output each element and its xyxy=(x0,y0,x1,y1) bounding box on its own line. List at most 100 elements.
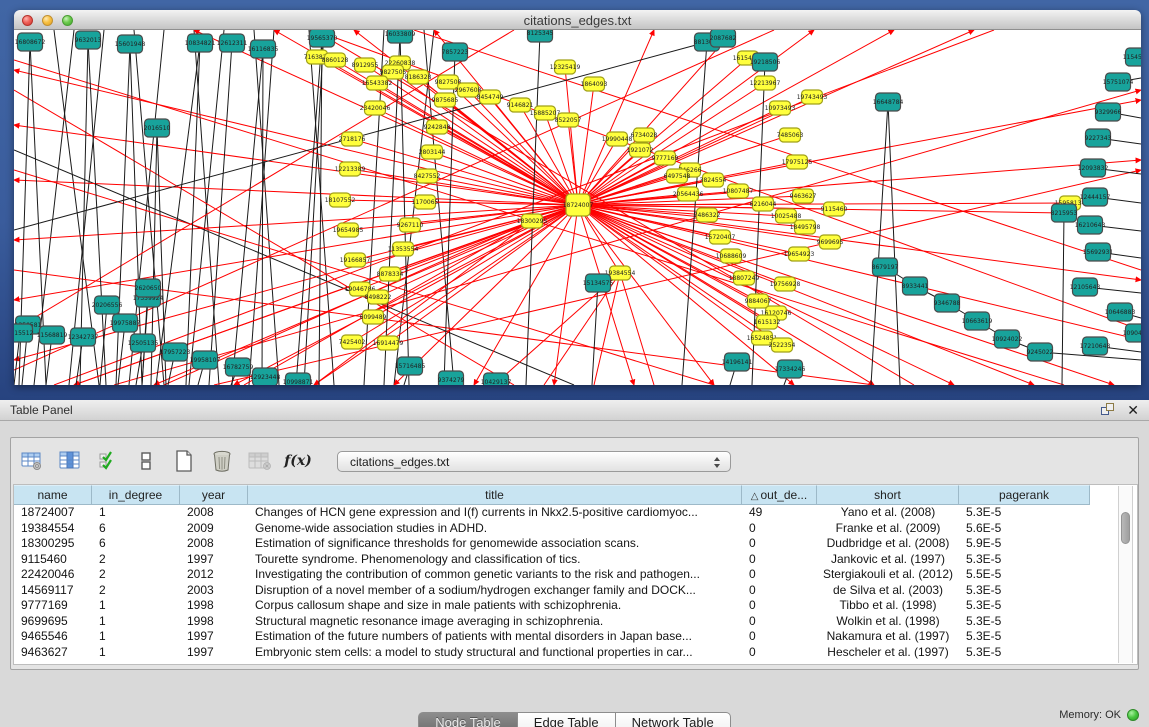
table-vertical-scrollbar[interactable] xyxy=(1118,486,1133,663)
show-columns-icon[interactable] xyxy=(57,448,83,474)
new-table-icon[interactable] xyxy=(171,448,197,474)
graph-edge[interactable] xyxy=(249,30,274,385)
graph-node[interactable]: 17975125 xyxy=(782,155,813,169)
table-cell[interactable]: 0 xyxy=(742,645,817,661)
table-row[interactable]: 911546021997Tourette syndrome. Phenomeno… xyxy=(14,552,1137,568)
graph-node[interactable]: 2087682 xyxy=(710,30,737,47)
graph-node[interactable]: 18807249 xyxy=(729,271,760,285)
graph-node[interactable]: 8679197 xyxy=(872,258,899,276)
table-cell[interactable]: 5.3E-5 xyxy=(959,629,1090,645)
graph-node[interactable]: 1921072 xyxy=(627,143,654,157)
graph-node[interactable]: 9227343 xyxy=(1085,129,1112,147)
graph-node[interactable]: 9242848 xyxy=(424,120,451,134)
graph-node[interactable]: 16210643 xyxy=(1075,216,1106,234)
table-cell[interactable]: 5.3E-5 xyxy=(959,505,1090,521)
graph-node[interactable]: 19654923 xyxy=(784,247,815,261)
graph-node[interactable]: 8878334 xyxy=(377,267,404,281)
float-panel-icon[interactable] xyxy=(1101,403,1115,417)
table-cell[interactable]: 1998 xyxy=(180,598,248,614)
graph-node[interactable]: 7486322 xyxy=(694,208,721,222)
graph-node[interactable]: 10688609 xyxy=(716,249,747,263)
graph-node[interactable]: 9346788 xyxy=(934,294,961,312)
table-cell[interactable]: 2003 xyxy=(180,583,248,599)
graph-node[interactable]: 9463627 xyxy=(790,189,817,203)
table-row[interactable]: 2242004622012Investigating the contribut… xyxy=(14,567,1137,583)
table-cell[interactable]: 0 xyxy=(742,521,817,537)
graph-node[interactable]: 7485063 xyxy=(777,128,804,142)
table-cell[interactable]: 9699695 xyxy=(14,614,92,630)
table-cell[interactable]: 5.3E-5 xyxy=(959,598,1090,614)
graph-node[interactable]: 12612311 xyxy=(217,34,248,52)
graph-node[interactable]: 16116835 xyxy=(248,40,279,58)
graph-node[interactable]: 9699695 xyxy=(817,235,844,249)
graph-node[interactable]: 19166857 xyxy=(340,253,371,267)
graph-node[interactable]: 7425402 xyxy=(339,335,366,349)
table-settings-icon[interactable] xyxy=(19,448,45,474)
graph-node[interactable]: 7857223 xyxy=(442,43,469,61)
graph-edge[interactable] xyxy=(578,160,1141,205)
tab-edge-table[interactable]: Edge Table xyxy=(518,712,616,727)
tab-network-table[interactable]: Network Table xyxy=(616,712,731,727)
graph-node[interactable]: 19565370 xyxy=(307,30,338,47)
tab-node-table[interactable]: Node Table xyxy=(418,712,518,727)
table-row[interactable]: 1830029562008Estimation of significance … xyxy=(14,536,1137,552)
graph-node[interactable]: 15134575 xyxy=(583,274,614,292)
import-table-icon[interactable] xyxy=(247,448,273,474)
graph-node[interactable]: 2016510 xyxy=(144,119,171,137)
table-cell[interactable]: Corpus callosum shape and size in male p… xyxy=(248,598,742,614)
graph-node[interactable]: 19958107 xyxy=(190,351,221,369)
table-cell[interactable]: 18724007 xyxy=(14,505,92,521)
table-row[interactable]: 946554611997Estimation of the future num… xyxy=(14,629,1137,645)
graph-node[interactable]: 12093832 xyxy=(1078,159,1109,177)
graph-edge[interactable] xyxy=(254,30,279,385)
column-header-title[interactable]: title xyxy=(248,485,742,505)
graph-node[interactable]: 6734028 xyxy=(631,128,658,142)
graph-node[interactable]: 1615132 xyxy=(754,315,781,329)
select-rows-icon[interactable] xyxy=(95,448,121,474)
table-cell[interactable]: 1997 xyxy=(180,552,248,568)
table-cell[interactable]: 0 xyxy=(742,598,817,614)
graph-node[interactable]: 1864093 xyxy=(581,77,608,91)
table-row[interactable]: 1938455462009Genome-wide association stu… xyxy=(14,521,1137,537)
graph-node[interactable]: 18724007 xyxy=(563,194,594,216)
table-cell[interactable]: 18300295 xyxy=(14,536,92,552)
graph-edge[interactable] xyxy=(14,150,574,385)
graph-node[interactable]: 18495798 xyxy=(790,220,821,234)
graph-node[interactable]: 19975887 xyxy=(110,314,141,332)
table-cell[interactable]: 9465546 xyxy=(14,629,92,645)
table-cell[interactable]: 5.3E-5 xyxy=(959,614,1090,630)
table-cell[interactable]: Embryonic stem cells: a model to study s… xyxy=(248,645,742,661)
graph-node[interactable]: 14196141 xyxy=(722,353,753,371)
table-cell[interactable]: Estimation of the future numbers of pati… xyxy=(248,629,742,645)
graph-edge[interactable] xyxy=(352,139,578,205)
graph-node[interactable]: 17957223 xyxy=(160,343,191,361)
graph-node[interactable]: 6497548 xyxy=(664,169,691,183)
table-cell[interactable]: Stergiakouli et al. (2012) xyxy=(817,567,959,583)
graph-node[interactable]: 9115460 xyxy=(821,202,848,216)
table-cell[interactable]: 1 xyxy=(92,614,180,630)
graph-node[interactable]: 19218506 xyxy=(750,53,781,71)
table-cell[interactable]: 2 xyxy=(92,567,180,583)
graph-node[interactable]: 10429137 xyxy=(481,373,512,385)
graph-edge[interactable] xyxy=(262,49,263,385)
graph-node[interactable]: 12444157 xyxy=(1080,188,1111,206)
graph-node[interactable]: 15692931 xyxy=(1083,243,1114,261)
graph-node[interactable]: 8125345 xyxy=(527,30,554,42)
graph-node[interactable]: 9875685 xyxy=(432,93,459,107)
table-cell[interactable]: 14569117 xyxy=(14,583,92,599)
table-cell[interactable]: 0 xyxy=(742,583,817,599)
graph-node[interactable]: 11545498 xyxy=(1123,48,1141,66)
graph-edge[interactable] xyxy=(296,38,322,385)
stacked-cells-icon[interactable] xyxy=(133,448,159,474)
column-header-in_degree[interactable]: in_degree xyxy=(92,485,180,505)
graph-edge[interactable] xyxy=(194,30,219,385)
table-row[interactable]: 977716911998Corpus callosum shape and si… xyxy=(14,598,1137,614)
table-cell[interactable]: 0 xyxy=(742,614,817,630)
graph-node[interactable]: 10834821 xyxy=(185,34,216,52)
graph-node[interactable]: 15716485 xyxy=(395,357,426,375)
graph-node[interactable]: 11353554 xyxy=(388,242,419,256)
graph-node[interactable]: 8912955 xyxy=(352,58,379,72)
graph-node[interactable]: 10998871 xyxy=(283,373,314,385)
table-cell[interactable]: 5.3E-5 xyxy=(959,645,1090,661)
graph-node[interactable]: 8522057 xyxy=(555,113,582,127)
